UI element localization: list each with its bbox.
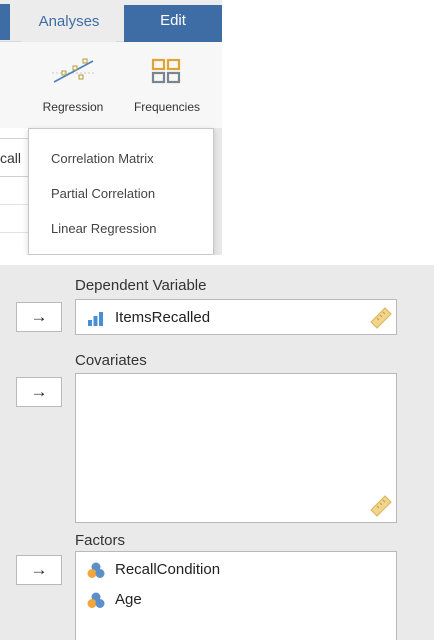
regression-button[interactable]: Regression	[34, 58, 112, 122]
dependent-variable-box[interactable]: ItemsRecalled	[75, 299, 397, 335]
variables-panel: Dependent Variable → ItemsRecalled Covar…	[0, 265, 434, 640]
arrow-right-icon: →	[30, 382, 48, 401]
factors-box[interactable]: RecallCondition Age	[75, 551, 397, 640]
regression-icon	[34, 58, 112, 84]
arrow-right-icon: →	[30, 560, 48, 579]
background-table-area	[0, 128, 28, 255]
menu-item-partial-correlation[interactable]: Partial Correlation	[51, 186, 155, 201]
nominal-variable-icon	[87, 592, 105, 616]
table-divider	[0, 204, 28, 205]
table-divider	[0, 176, 28, 177]
covariates-box[interactable]	[75, 373, 397, 523]
ribbon-crop: Analyses Edit Regression Frequencies cal…	[0, 0, 222, 255]
dependent-variable-heading: Dependent Variable	[75, 277, 207, 294]
table-divider	[0, 232, 28, 233]
covariates-heading: Covariates	[75, 352, 147, 369]
menu-item-linear-regression[interactable]: Linear Regression	[51, 221, 157, 236]
ruler-icon	[370, 307, 392, 334]
frequencies-label: Frequencies	[133, 100, 201, 114]
nominal-variable-icon	[87, 562, 105, 586]
move-to-covariates-button[interactable]: →	[16, 377, 62, 407]
continuous-variable-icon	[87, 310, 104, 334]
regression-dropdown-menu: Correlation Matrix Partial Correlation L…	[28, 128, 214, 255]
arrow-right-icon: →	[30, 307, 48, 326]
move-to-dependent-button[interactable]: →	[16, 302, 62, 332]
tab-edit[interactable]: Edit	[124, 5, 222, 42]
variable-name: Age	[115, 591, 142, 608]
variable-name: RecallCondition	[115, 561, 221, 578]
analysis-toolbar: Regression Frequencies	[0, 42, 222, 128]
regression-label: Regression	[42, 100, 104, 114]
background-column-header: call	[0, 150, 22, 166]
variable-name: ItemsRecalled	[115, 309, 211, 326]
ruler-icon	[370, 495, 392, 522]
menu-item-correlation-matrix[interactable]: Correlation Matrix	[51, 151, 154, 166]
frequencies-icon	[128, 58, 206, 84]
tab-analyses[interactable]: Analyses	[22, 8, 116, 42]
table-divider	[0, 138, 28, 139]
frequencies-button[interactable]: Frequencies	[128, 58, 206, 122]
tab-strip: Analyses Edit	[0, 0, 222, 42]
move-to-factors-button[interactable]: →	[16, 555, 62, 585]
factors-heading: Factors	[75, 532, 126, 549]
tab-left-edge	[0, 4, 10, 40]
screenshot-canvas: Analyses Edit Regression Frequencies cal…	[0, 0, 434, 640]
background-scroll-area	[214, 128, 222, 255]
